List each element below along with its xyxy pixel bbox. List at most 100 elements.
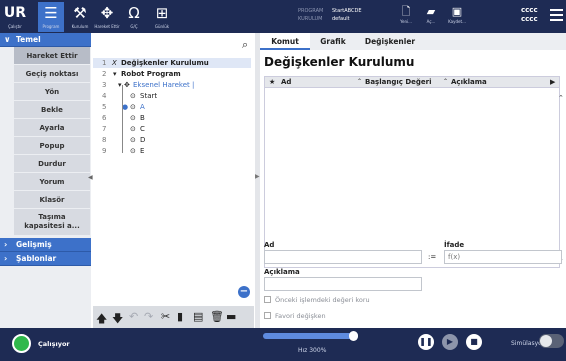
save-file-label: Kaydet...	[448, 19, 466, 24]
column-desc-header[interactable]: Açıklama	[451, 77, 487, 87]
favorite-checkbox[interactable]	[264, 312, 271, 319]
waypoint-icon: ⊙	[130, 114, 136, 122]
speed-slider-handle[interactable]	[349, 331, 358, 341]
collapse-all-button[interactable]: −	[238, 286, 250, 298]
sidebar-item-folder[interactable]: Klasör	[14, 191, 90, 209]
sidebar-item-set[interactable]: Ayarla	[14, 119, 90, 137]
installation-name: default	[332, 16, 350, 22]
simulation-toggle[interactable]	[539, 334, 564, 348]
save-file-button[interactable]: ▣ Kaydet...	[444, 5, 470, 24]
variables-table-header: ★ Ad ⌃ Başlangıç Değeri ⌃ Açıklama ▶	[264, 76, 560, 88]
delete-icon[interactable]: 🗑	[210, 310, 224, 323]
tab-variables[interactable]: Değişkenler	[360, 33, 420, 50]
step-button[interactable]: ▶	[442, 334, 458, 350]
io-tab-label: G/Ç	[130, 24, 138, 29]
sidebar-item-comment[interactable]: Yorum	[14, 173, 90, 191]
sidebar-item-wait[interactable]: Bekle	[14, 101, 90, 119]
open-file-button[interactable]: ▰ Aç...	[418, 5, 444, 24]
pause-button[interactable]: ❚❚	[418, 334, 434, 350]
open-file-label: Aç...	[426, 19, 436, 24]
column-scroll-icon[interactable]: ▶	[550, 77, 555, 87]
cut-icon[interactable]: ✂	[161, 310, 170, 323]
collapse-icon: ▾	[118, 81, 122, 89]
io-icon: Ω	[128, 4, 140, 22]
move-tab[interactable]: ✥ Hareket Ettir	[94, 2, 120, 32]
log-icon: ⊞	[155, 4, 169, 22]
logo-icon: UR	[3, 5, 27, 21]
new-file-icon: 🗋	[401, 5, 411, 18]
sidebar-item-halt[interactable]: Durdur	[14, 155, 90, 173]
new-file-button[interactable]: 🗋 Yeni...	[393, 5, 419, 24]
hamburger-menu-icon[interactable]	[550, 9, 563, 24]
collapse-icon: ▾	[113, 70, 117, 78]
speed-slider[interactable]	[263, 331, 358, 341]
undo-icon[interactable]: ↶	[129, 310, 138, 323]
column-name-header[interactable]: Ad	[281, 77, 291, 87]
scroll-up-icon[interactable]: ⌃	[558, 94, 564, 102]
sidebar-item-move[interactable]: Hareket Ettir	[14, 47, 90, 65]
name-input[interactable]	[264, 250, 422, 264]
copy-icon[interactable]: ▮	[177, 310, 183, 323]
section-advanced[interactable]: › Gelişmiş	[0, 238, 91, 252]
suppress-icon[interactable]: ▬	[226, 310, 236, 323]
io-tab[interactable]: Ω G/Ç	[121, 2, 147, 32]
tree-row[interactable]: 1 X Değişkenler Kurulumu	[93, 58, 251, 68]
sidebar-item-popup[interactable]: Popup	[14, 137, 90, 155]
line-number: 2	[102, 70, 107, 78]
new-file-label: Yeni...	[400, 19, 412, 24]
expression-input[interactable]: f(x)	[444, 250, 562, 264]
program-tab-label: Program	[42, 24, 60, 29]
tab-graphics[interactable]: Grafik	[313, 33, 353, 50]
section-templates-label: Şablonlar	[16, 254, 57, 263]
line-number: 4	[102, 92, 107, 100]
line-number: 8	[102, 136, 107, 144]
collapse-sidebar-icon[interactable]: ◀	[88, 174, 93, 181]
expression-placeholder: f(x)	[448, 253, 461, 261]
tab-command[interactable]: Komut	[260, 33, 310, 50]
sidebar-item-waypoint[interactable]: Geçiş noktası	[14, 65, 90, 83]
power-status-button[interactable]	[12, 334, 31, 353]
move-up-icon[interactable]: 🡅	[96, 310, 107, 329]
line-number: 5	[102, 103, 107, 111]
payload-label-line2: kapasitesi a...	[24, 222, 80, 230]
command-tabs: Komut Grafik Değişkenler	[260, 33, 566, 50]
move-down-icon[interactable]: 🡇	[112, 310, 123, 329]
paste-icon[interactable]: ▤	[193, 310, 203, 323]
search-icon[interactable]: ⌕	[242, 38, 248, 52]
log-tab[interactable]: ⊞ Günlük	[149, 2, 175, 32]
favorite-star-icon[interactable]: ★	[269, 77, 275, 87]
tree-row-label: E	[140, 147, 145, 155]
keep-value-checkbox[interactable]	[264, 296, 271, 303]
chevron-right-icon: ›	[4, 240, 8, 249]
expression-field-label: İfade	[444, 241, 465, 249]
tree-row-label: Start	[140, 92, 158, 100]
folder-icon: ▰	[426, 5, 436, 18]
tree-row-label: Robot Program	[121, 70, 181, 78]
run-tab[interactable]: UR Çalıştır	[2, 2, 28, 32]
variables-table-body[interactable]	[264, 88, 560, 268]
save-icon: ▣	[451, 5, 463, 18]
waypoint-icon: ⊙	[130, 147, 136, 155]
column-initial-header[interactable]: Başlangıç Değeri	[365, 77, 432, 87]
waypoint-icon: ⊙	[130, 136, 136, 144]
move-tab-label: Hareket Ettir	[94, 24, 120, 29]
description-input[interactable]	[264, 277, 422, 291]
redo-icon[interactable]: ↷	[144, 310, 153, 323]
section-templates[interactable]: › Şablonlar	[0, 252, 91, 266]
waypoint-icon: ⊙	[130, 125, 136, 133]
installation-tab-label: Kurulum	[71, 24, 89, 29]
program-tab[interactable]: ☰ Program	[38, 2, 64, 32]
sidebar-item-payload[interactable]: Taşıma kapasitesi a...	[14, 209, 90, 236]
tree-row-label: D	[140, 136, 146, 144]
robot-status-text: Çalışıyor	[38, 340, 70, 348]
stop-button[interactable]: ■	[466, 334, 482, 350]
section-basic[interactable]: ∨ Temel	[0, 33, 91, 47]
program-node-sidebar: ∨ Temel Hareket Ettir Geçiş noktası Yön B…	[0, 33, 91, 328]
installation-tab[interactable]: ⚒ Kurulum	[67, 2, 93, 32]
tree-row-label: Eksenel Hareket |	[133, 81, 195, 89]
tree-row-label: C	[140, 125, 145, 133]
program-icon: ☰	[44, 4, 58, 22]
description-field-label: Açıklama	[264, 268, 300, 276]
header-bar: UR Çalıştır ☰ Program ⚒ Kurulum ✥ Hareke…	[0, 0, 566, 33]
sidebar-item-direction[interactable]: Yön	[14, 83, 90, 101]
